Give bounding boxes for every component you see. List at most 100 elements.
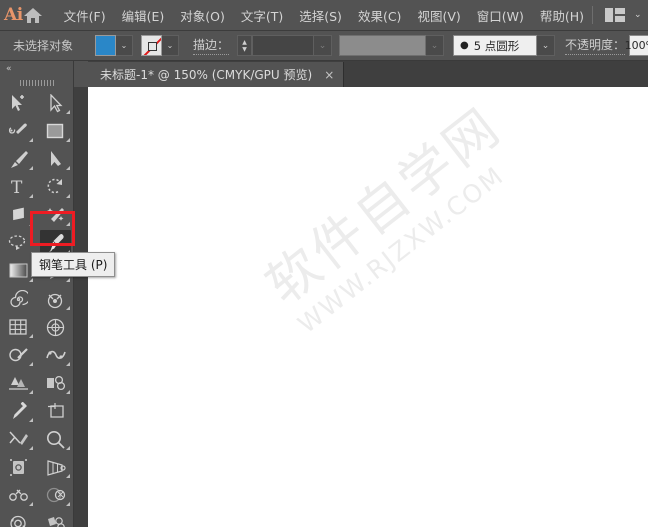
menu-effect[interactable]: 效果(C) — [350, 2, 409, 29]
fill-dropdown-chevron[interactable]: ⌄ — [116, 35, 134, 56]
menu-view[interactable]: 视图(V) — [409, 2, 468, 29]
watermark: 软件自学网 WWW.RJZXW.COM — [255, 96, 530, 339]
grid-tool[interactable] — [0, 313, 37, 341]
stroke-weight-label: 描边： — [193, 36, 230, 55]
chevron-down-icon[interactable]: ⌄ — [634, 10, 642, 20]
brush-definition-chevron[interactable]: ⌄ — [537, 35, 556, 56]
tool-flyout-corner — [29, 502, 33, 506]
tool-flyout-corner — [66, 166, 70, 170]
tool-flyout-corner — [29, 390, 33, 394]
scale-tool[interactable] — [37, 481, 74, 509]
tool-flyout-corner — [29, 446, 33, 450]
tool-flyout-corner — [29, 278, 33, 282]
tool-flyout-corner — [29, 418, 33, 422]
watermark-en: WWW.RJZXW.COM — [292, 160, 510, 339]
stroke-control[interactable]: ⌄ — [141, 35, 180, 56]
rectangle-tool[interactable] — [37, 117, 74, 145]
workspace-switcher-icon[interactable] — [605, 8, 626, 22]
brush-dot-icon: ● — [460, 40, 469, 51]
direct-selection-tool[interactable] — [37, 89, 74, 117]
menu-edit[interactable]: 编辑(E) — [114, 2, 173, 29]
blend-tool[interactable] — [0, 369, 37, 397]
tool-flyout-corner — [66, 362, 70, 366]
menu-bar: Ai 文件(F) 编辑(E) 对象(O) 文字(T) 选择(S) 效果(C) 视… — [0, 0, 648, 31]
tool-flyout-corner — [66, 446, 70, 450]
magic-wand-tool[interactable] — [0, 117, 37, 145]
width-tool[interactable] — [37, 285, 74, 313]
stroke-weight-chevron[interactable]: ⌄ — [314, 35, 333, 56]
tool-flyout-corner — [29, 194, 33, 198]
tool-flyout-corner — [66, 474, 70, 478]
scissors-tool[interactable] — [0, 425, 37, 453]
paintbrush-tool[interactable] — [0, 145, 37, 173]
eyedropper-tool[interactable] — [0, 397, 37, 425]
opacity-value-field[interactable]: 100% — [625, 35, 648, 56]
illustrator-window: Ai 文件(F) 编辑(E) 对象(O) 文字(T) 选择(S) 效果(C) 视… — [0, 0, 648, 527]
spiral-tool[interactable] — [0, 285, 37, 313]
canvas-left-gutter — [74, 87, 88, 527]
watermark-cn: 软件自学网 — [255, 96, 514, 317]
menu-file[interactable]: 文件(F) — [56, 2, 114, 29]
rotate-tool[interactable] — [37, 173, 74, 201]
tool-flyout-corner — [66, 306, 70, 310]
close-icon[interactable]: × — [324, 69, 334, 81]
stroke-profile-control[interactable]: ⌄ — [339, 35, 445, 56]
type-tool[interactable]: T — [0, 173, 37, 201]
document-tab[interactable]: 未标题-1* @ 150% (CMYK/GPU 预览) × — [88, 62, 345, 87]
artboard-tool[interactable] — [37, 397, 74, 425]
warp-tool[interactable] — [37, 341, 74, 369]
menu-type[interactable]: 文字(T) — [233, 2, 291, 29]
document-tab-title: 未标题-1* @ 150% (CMYK/GPU 预览) — [100, 68, 313, 82]
stroke-dropdown-chevron[interactable]: ⌄ — [162, 35, 180, 56]
tool-flyout-corner — [66, 502, 70, 506]
rotate-twirl-tool[interactable] — [0, 509, 37, 527]
tool-flyout-corner — [66, 110, 70, 114]
tool-flyout-corner — [66, 222, 70, 226]
stroke-weight-stepper[interactable]: ▲ ▼ — [237, 35, 253, 56]
ai-logo: Ai — [4, 5, 23, 25]
pen-tool-tooltip: 钢笔工具 (P) — [31, 252, 116, 277]
menubar-right-group: ⌄ — [592, 6, 648, 24]
wand-sparkle-tool[interactable] — [37, 201, 74, 229]
tool-flyout-corner — [66, 194, 70, 198]
toolbar-collapse-button[interactable]: « — [0, 61, 73, 76]
symbol-shifter-tool[interactable] — [37, 509, 74, 527]
stroke-profile-chevron[interactable]: ⌄ — [426, 35, 445, 56]
tool-flyout-corner — [29, 334, 33, 338]
brush-definition-control[interactable]: ● 5 点圆形 ⌄ — [453, 35, 556, 56]
puppet-warp-tool[interactable] — [0, 481, 37, 509]
menu-select[interactable]: 选择(S) — [291, 2, 350, 29]
stroke-weight-field[interactable] — [252, 35, 315, 56]
shape-builder-tool[interactable] — [0, 341, 37, 369]
symbol-sprayer-tool[interactable] — [37, 369, 74, 397]
selection-tool[interactable] — [0, 89, 37, 117]
brush-definition-field[interactable]: ● 5 点圆形 — [453, 35, 538, 56]
tool-flyout-corner — [29, 138, 33, 142]
menu-help[interactable]: 帮助(H) — [532, 2, 592, 29]
stroke-swatch[interactable] — [141, 35, 163, 56]
tool-flyout-corner — [66, 138, 70, 142]
opacity-label: 不透明度： — [565, 36, 626, 55]
zoom-tool[interactable] — [37, 425, 74, 453]
stroke-profile-field[interactable] — [339, 35, 427, 56]
mesh-tool[interactable] — [37, 313, 74, 341]
selection-status-label: 未选择对象 — [13, 39, 74, 53]
artboard-canvas[interactable]: 软件自学网 WWW.RJZXW.COM — [88, 87, 648, 527]
document-tab-bar: 未标题-1* @ 150% (CMYK/GPU 预览) × — [88, 61, 648, 87]
perspective-grid-tool[interactable] — [37, 453, 74, 481]
home-icon[interactable] — [23, 7, 43, 24]
fill-swatch[interactable] — [95, 35, 117, 56]
menu-object[interactable]: 对象(O) — [172, 2, 233, 29]
tools-panel: « T — [0, 61, 74, 527]
free-transform-tool[interactable] — [0, 453, 37, 481]
menu-item-list: 文件(F) 编辑(E) 对象(O) 文字(T) 选择(S) 效果(C) 视图(V… — [56, 2, 592, 29]
toolbar-grip[interactable] — [0, 76, 73, 89]
eraser-tool[interactable] — [0, 201, 37, 229]
stroke-weight-control[interactable]: ▲ ▼ ⌄ — [237, 35, 333, 56]
tool-flyout-corner — [29, 362, 33, 366]
tool-flyout-corner — [66, 278, 70, 282]
menu-window[interactable]: 窗口(W) — [469, 2, 532, 29]
svg-text:T: T — [11, 178, 23, 196]
fill-control[interactable]: ⌄ — [95, 35, 134, 56]
shaper-tool[interactable] — [37, 145, 74, 173]
